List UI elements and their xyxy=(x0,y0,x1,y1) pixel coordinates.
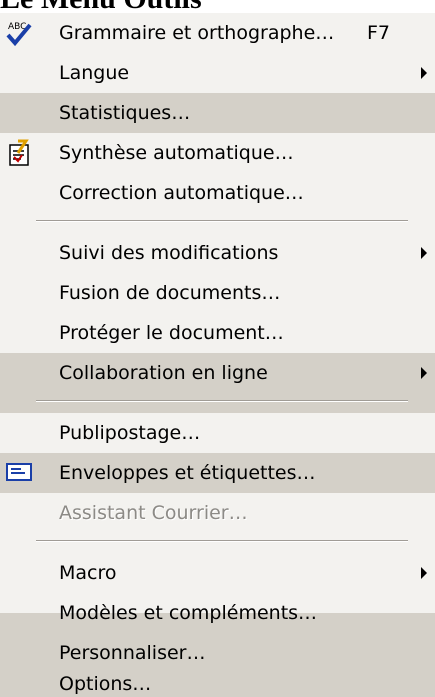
menu-item-protect-document[interactable]: Protéger le document… xyxy=(0,313,435,353)
menu-item-label: Options… xyxy=(59,673,152,695)
menu-item-label: Statistiques… xyxy=(59,102,191,124)
menu-item-label: Protéger le document… xyxy=(59,322,284,344)
submenu-arrow-icon xyxy=(421,367,427,379)
menu-item-label: Assistant Courrier… xyxy=(59,502,248,524)
menu-item-autocorrect[interactable]: Correction automatique… xyxy=(0,173,435,213)
menu-item-templates-addins[interactable]: Modèles et compléments… xyxy=(0,593,435,633)
menu-item-language[interactable]: Langue xyxy=(0,53,435,93)
menu-item-label: Collaboration en ligne xyxy=(59,362,268,384)
menu-item-label: Modèles et compléments… xyxy=(59,602,318,624)
menu-separator xyxy=(36,540,408,542)
menu-item-mail-merge[interactable]: Publipostage… xyxy=(0,413,435,453)
menu-item-label: Publipostage… xyxy=(59,422,201,444)
menu-item-envelopes-labels[interactable]: Enveloppes et étiquettes… xyxy=(0,453,435,493)
submenu-arrow-icon xyxy=(421,67,427,79)
autosummarize-icon xyxy=(4,139,34,167)
menu-item-label: Synthèse automatique… xyxy=(59,142,294,164)
tools-menu: ABC Grammaire et orthographe… F7 Langue … xyxy=(0,13,435,697)
menu-item-statistics[interactable]: Statistiques… xyxy=(0,93,435,133)
page-title: Le Menu Outils xyxy=(0,0,202,14)
spellcheck-abc-icon: ABC xyxy=(4,19,34,47)
menu-separator xyxy=(36,220,408,222)
menu-item-track-changes[interactable]: Suivi des modifications xyxy=(0,233,435,273)
menu-item-label: Suivi des modifications xyxy=(59,242,279,264)
menu-item-label: Correction automatique… xyxy=(59,182,304,204)
menu-separator xyxy=(36,400,408,402)
menu-item-label: Grammaire et orthographe… xyxy=(59,22,335,44)
menu-item-merge-documents[interactable]: Fusion de documents… xyxy=(0,273,435,313)
menu-item-label: Personnaliser… xyxy=(59,642,206,664)
menu-item-letter-wizard: Assistant Courrier… xyxy=(0,493,435,533)
submenu-arrow-icon xyxy=(421,247,427,259)
menu-item-label: Langue xyxy=(59,62,130,84)
menu-item-grammar-spelling[interactable]: ABC Grammaire et orthographe… F7 xyxy=(0,13,435,53)
menu-item-label: Fusion de documents… xyxy=(59,282,281,304)
menu-item-options[interactable]: Options… xyxy=(0,673,435,697)
menu-item-label: Macro xyxy=(59,562,117,584)
envelope-labels-icon xyxy=(4,459,34,487)
menu-item-macro[interactable]: Macro xyxy=(0,553,435,593)
shortcut-label: F7 xyxy=(367,22,391,44)
menu-item-customize[interactable]: Personnaliser… xyxy=(0,633,435,673)
menu-item-autosummarize[interactable]: Synthèse automatique… xyxy=(0,133,435,173)
menu-item-online-collaboration[interactable]: Collaboration en ligne xyxy=(0,353,435,393)
submenu-arrow-icon xyxy=(421,567,427,579)
menu-item-label: Enveloppes et étiquettes… xyxy=(59,462,316,484)
